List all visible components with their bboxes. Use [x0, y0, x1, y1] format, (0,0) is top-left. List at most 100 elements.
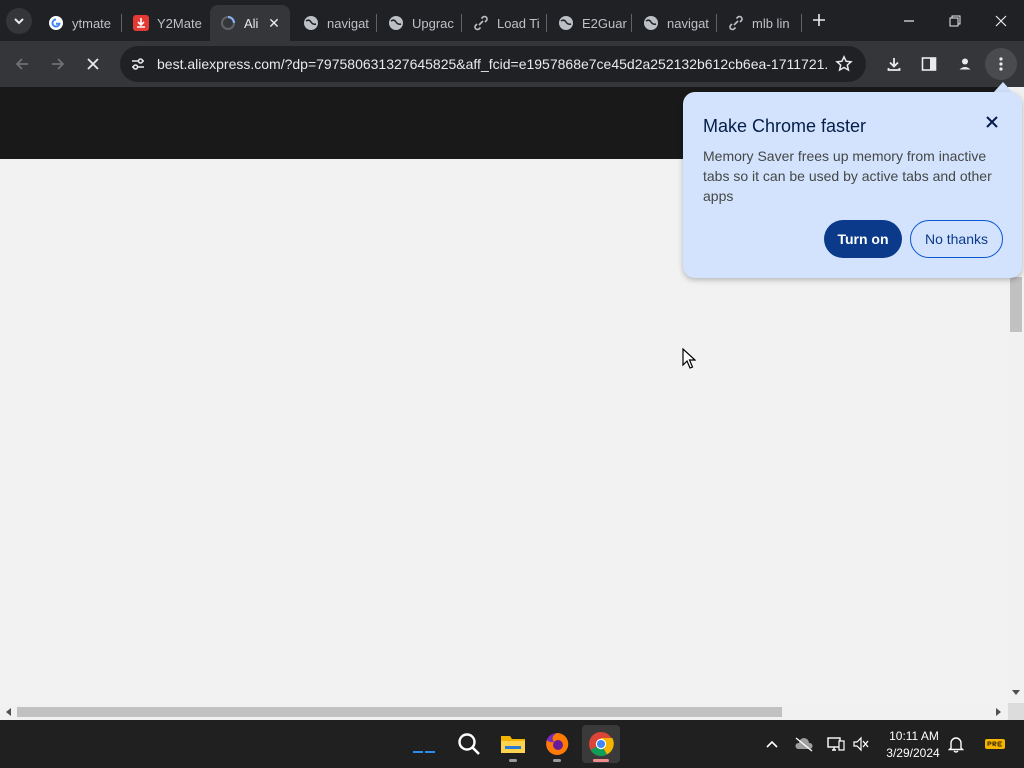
- onedrive-tray-icon[interactable]: [794, 734, 814, 754]
- tab-title: Ali: [244, 15, 259, 31]
- search-icon: [458, 733, 480, 755]
- bell-icon: [948, 737, 964, 753]
- tab-search-button[interactable]: [6, 8, 32, 34]
- tab-e2guardian[interactable]: E2Guar: [548, 5, 632, 41]
- more-vertical-icon: [999, 57, 1003, 71]
- scroll-right-arrow-icon[interactable]: [996, 708, 1002, 716]
- horizontal-scroll-thumb[interactable]: [17, 707, 782, 717]
- downloads-button[interactable]: [878, 48, 910, 80]
- chrome-menu-button[interactable]: [985, 48, 1017, 80]
- browser-toolbar: best.aliexpress.com/?dp=7975806313276458…: [0, 41, 1024, 87]
- notifications-button[interactable]: [946, 734, 966, 754]
- app-running-indicator: [509, 759, 517, 762]
- tab-separator: [376, 14, 377, 32]
- volume-muted-icon: [853, 736, 869, 752]
- tab-load-ti[interactable]: Load Ti: [463, 5, 547, 41]
- widgets-icon: [413, 751, 435, 753]
- firefox-button[interactable]: [538, 725, 576, 763]
- loading-spinner-icon: [220, 15, 236, 31]
- side-panel-icon: [921, 57, 937, 71]
- globe-icon: [643, 15, 659, 31]
- tab-separator: [461, 14, 462, 32]
- minimize-icon: [904, 19, 914, 22]
- search-button[interactable]: [450, 725, 488, 763]
- download-icon: [887, 58, 901, 71]
- tab-navigat-1[interactable]: navigat: [293, 5, 377, 41]
- globe-icon: [558, 15, 574, 31]
- clock-date[interactable]: 3/29/2024: [880, 746, 946, 760]
- minimize-button[interactable]: [886, 0, 932, 41]
- address-bar[interactable]: best.aliexpress.com/?dp=7975806313276458…: [120, 46, 866, 82]
- forward-button[interactable]: [42, 48, 74, 80]
- firefox-icon: [546, 732, 569, 755]
- globe-icon: [388, 15, 404, 31]
- bubble-title: Make Chrome faster: [703, 116, 867, 136]
- vertical-scroll-thumb[interactable]: [1010, 277, 1022, 332]
- volume-tray-icon[interactable]: [851, 734, 871, 754]
- site-info-tune-icon[interactable]: [130, 56, 146, 77]
- tab-separator: [121, 14, 122, 32]
- url-text[interactable]: best.aliexpress.com/?dp=7975806313276458…: [157, 56, 827, 72]
- clock-time[interactable]: 10:11 AM: [884, 729, 944, 743]
- scroll-left-arrow-icon[interactable]: [5, 708, 11, 716]
- tab-title: navigat: [667, 15, 709, 31]
- chrome-taskbar-button[interactable]: [582, 725, 620, 763]
- profile-button[interactable]: [949, 48, 981, 80]
- close-tab-icon[interactable]: ✕: [266, 15, 282, 31]
- y2mate-download-icon: [133, 15, 149, 31]
- plus-icon: [813, 14, 825, 26]
- back-arrow-icon: [15, 58, 28, 70]
- chevron-down-icon: [14, 18, 24, 25]
- tab-separator: [546, 14, 547, 32]
- chrome-icon: [589, 732, 614, 757]
- file-explorer-button[interactable]: [494, 725, 532, 763]
- horizontal-scrollbar[interactable]: [0, 703, 1008, 720]
- globe-icon: [303, 15, 319, 31]
- no-thanks-button[interactable]: No thanks: [910, 220, 1003, 258]
- link-icon: [473, 15, 489, 31]
- tab-y2mate[interactable]: Y2Mate: [123, 5, 208, 41]
- tab-upgrade[interactable]: Upgrac: [378, 5, 462, 41]
- task-view-button[interactable]: [405, 725, 443, 763]
- tab-strip: ytmate Y2Mate Ali ✕ navigat Upgrac Load …: [0, 0, 1024, 41]
- folder-icon: [501, 736, 525, 753]
- close-bubble-button[interactable]: [984, 114, 1000, 130]
- tab-aliexpress[interactable]: Ali ✕: [210, 5, 290, 41]
- tab-mlb-lin[interactable]: mlb lin: [718, 5, 802, 41]
- restore-button[interactable]: [932, 0, 978, 41]
- scroll-down-arrow-icon[interactable]: [1012, 690, 1020, 696]
- side-panel-button[interactable]: [913, 48, 945, 80]
- bubble-body-text: Memory Saver frees up memory from inacti…: [703, 148, 992, 204]
- turn-on-button[interactable]: Turn on: [824, 220, 902, 258]
- windows-taskbar: 10:11 AM 3/29/2024: [0, 720, 1024, 768]
- link-icon: [728, 15, 744, 31]
- tab-title: Upgrac: [412, 15, 454, 31]
- tab-title: E2Guar: [582, 15, 627, 31]
- tab-ytmate[interactable]: ytmate: [38, 5, 122, 41]
- tab-title: ytmate: [72, 15, 112, 31]
- mouse-pointer-icon: [682, 348, 696, 369]
- network-tray-icon[interactable]: [826, 734, 846, 754]
- close-icon: [87, 58, 99, 70]
- network-icon: [827, 737, 845, 751]
- bookmark-star-icon[interactable]: [835, 55, 853, 78]
- app-running-indicator: [553, 759, 561, 762]
- tab-navigat-2[interactable]: navigat: [633, 5, 717, 41]
- tab-separator: [801, 14, 802, 32]
- new-tab-button[interactable]: [808, 10, 830, 32]
- scrollbar-corner: [1008, 703, 1024, 720]
- tab-title: navigat: [327, 15, 369, 31]
- pre-badge-icon: [985, 739, 1005, 749]
- google-icon: [48, 15, 64, 31]
- stop-loading-button[interactable]: [77, 48, 109, 80]
- account-icon: [957, 56, 973, 72]
- close-icon: [986, 116, 998, 128]
- tab-title: Y2Mate: [157, 15, 202, 31]
- cloud-off-icon: [795, 737, 813, 752]
- close-icon: [995, 15, 1007, 26]
- pre-release-badge: [984, 734, 1006, 754]
- back-button[interactable]: [6, 48, 38, 80]
- show-hidden-icons-button[interactable]: [762, 734, 782, 754]
- chevron-up-icon: [766, 740, 778, 748]
- close-window-button[interactable]: [978, 0, 1024, 41]
